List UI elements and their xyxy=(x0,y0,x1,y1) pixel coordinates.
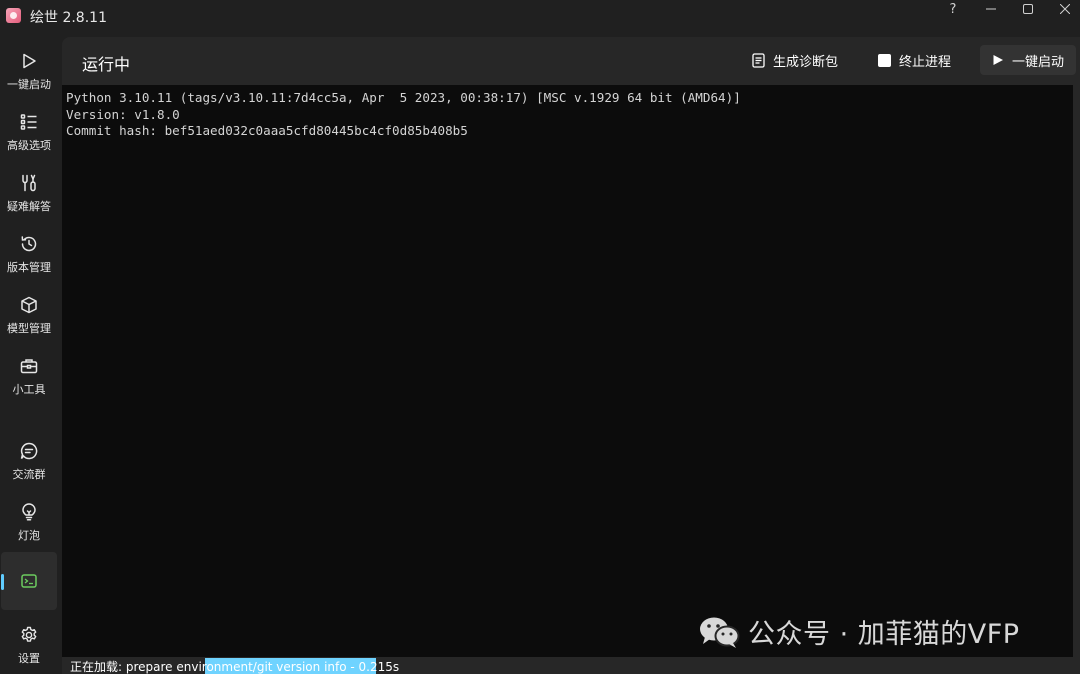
sidebar-item-label: 小工具 xyxy=(12,383,46,396)
sidebar-item-advanced[interactable]: 高级选项 xyxy=(0,99,58,157)
sidebar-item-label: 疑难解答 xyxy=(7,200,51,213)
sidebar-item-label: 设置 xyxy=(18,652,40,665)
maximize-button[interactable] xyxy=(1010,0,1046,18)
status-bar: 正在加载: prepare environment/git version in… xyxy=(62,657,1080,674)
tools-icon xyxy=(18,172,40,194)
sidebar-item-versions[interactable]: 版本管理 xyxy=(0,221,58,279)
play-icon xyxy=(993,55,1003,65)
title-bar: 绘世 2.8.11 ? xyxy=(0,0,1080,36)
diagnose-button[interactable]: 生成诊断包 xyxy=(740,45,850,75)
cube-icon xyxy=(18,294,40,316)
wechat-icon xyxy=(700,617,740,648)
app-logo-icon xyxy=(6,8,21,23)
close-icon xyxy=(1060,4,1070,14)
sidebar-item-troubleshoot[interactable]: 疑难解答 xyxy=(0,160,58,218)
window-title: 绘世 2.8.11 xyxy=(30,10,107,26)
launch-button[interactable]: 一键启动 xyxy=(980,45,1076,75)
toolbox-icon xyxy=(18,355,40,377)
diagnose-label: 生成诊断包 xyxy=(773,54,839,70)
sidebar-item-label: 交流群 xyxy=(12,468,46,481)
sidebar-item-label: 高级选项 xyxy=(7,139,51,152)
sidebar-item-models[interactable]: 模型管理 xyxy=(0,282,58,340)
list-icon xyxy=(18,111,40,133)
minimize-button[interactable] xyxy=(973,0,1009,18)
document-icon xyxy=(752,52,765,68)
console-output[interactable]: Python 3.10.11 (tags/v3.10.11:7d4cc5a, A… xyxy=(62,85,1073,657)
launch-label: 一键启动 xyxy=(1012,54,1065,70)
console-line: Python 3.10.11 (tags/v3.10.11:7d4cc5a, A… xyxy=(66,90,741,105)
status-text: 正在加载: prepare environment/git version in… xyxy=(70,660,400,674)
console-scrollbar[interactable] xyxy=(1073,85,1080,657)
console-line: Commit hash: bef51aed032c0aaa5cfd80445bc… xyxy=(66,123,468,138)
sidebar-item-settings[interactable]: 设置 xyxy=(0,612,58,670)
watermark-text: 公众号 · 加菲猫的VFP xyxy=(748,619,1020,650)
gear-icon xyxy=(18,624,40,646)
active-indicator xyxy=(1,574,4,590)
sidebar-item-launch[interactable]: 一键启动 xyxy=(0,38,58,96)
bulb-icon xyxy=(18,501,40,523)
sidebar-item-tools[interactable]: 小工具 xyxy=(0,343,58,401)
stop-process-button[interactable]: 终止进程 xyxy=(866,45,963,75)
console-line: Version: v1.8.0 xyxy=(66,106,180,122)
help-button[interactable]: ? xyxy=(935,0,971,18)
sidebar-item-label: 版本管理 xyxy=(7,261,51,274)
stop-label: 终止进程 xyxy=(899,54,952,70)
watermark: 公众号 · 加菲猫的VFP xyxy=(698,612,1020,651)
close-button[interactable] xyxy=(1047,0,1080,18)
sidebar-item-console[interactable] xyxy=(1,552,57,610)
maximize-icon xyxy=(1023,4,1033,14)
sidebar-item-label: 一键启动 xyxy=(7,78,51,91)
sidebar: 一键启动 高级选项 疑难解答 版本管理 模型管理 小工具 交流群 灯泡 设置 xyxy=(0,36,58,674)
chat-icon xyxy=(18,440,40,462)
main-panel: 运行中 生成诊断包 终止进程 一键启动 Python 3.10.11 (tags… xyxy=(62,37,1080,674)
page-title: 运行中 xyxy=(82,55,131,74)
history-icon xyxy=(18,233,40,255)
sidebar-item-label: 灯泡 xyxy=(18,529,40,542)
sidebar-item-label: 模型管理 xyxy=(7,322,51,335)
play-icon xyxy=(18,50,40,72)
minimize-icon xyxy=(986,8,996,10)
console-icon xyxy=(18,570,40,592)
sidebar-item-community[interactable]: 交流群 xyxy=(0,428,58,486)
sidebar-item-bulb[interactable]: 灯泡 xyxy=(0,489,58,547)
stop-icon xyxy=(878,53,891,67)
